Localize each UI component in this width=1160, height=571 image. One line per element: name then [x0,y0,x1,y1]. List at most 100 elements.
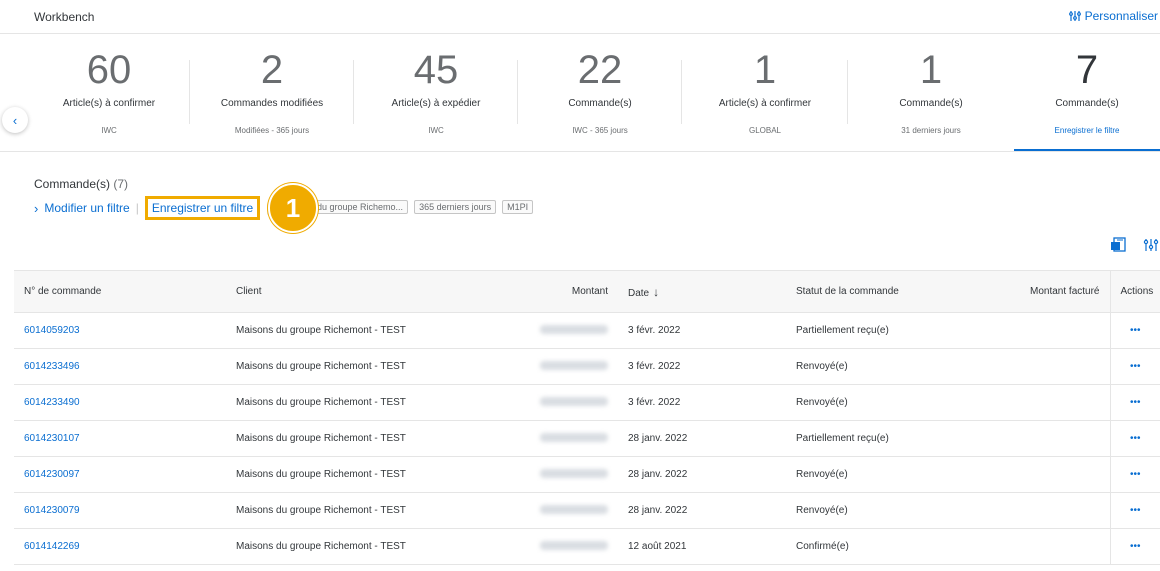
export-excel-icon[interactable] [1110,237,1128,253]
modify-filter-link[interactable]: Modifier un filtre [44,201,129,215]
order-number-link[interactable]: 6014230079 [14,492,226,529]
client-cell: Maisons du groupe Richemont - TEST [226,312,466,349]
status-cell: Renvoyé(e) [786,492,996,529]
tile-count: 1 [919,48,943,92]
table-row: 6014230079 Maisons du groupe Richemont -… [14,492,1160,529]
redacted-amount [540,432,608,442]
date-cell: 28 janv. 2022 [618,456,786,493]
amount-cell [466,528,618,565]
client-cell: Maisons du groupe Richemont - TEST [226,384,466,421]
column-header-invoiced[interactable]: Montant facturé [996,270,1110,313]
tile-count: 1 [753,48,777,92]
row-actions-button[interactable]: ••• [1109,492,1160,529]
tile-orders-iwc[interactable]: 22 Commande(s) IWC - 365 jours [518,34,682,152]
row-actions-button[interactable]: ••• [1109,348,1160,385]
tile-modified-orders[interactable]: 2 Commandes modifiées Modifiées - 365 jo… [190,34,354,152]
filter-separator: | [135,201,139,215]
client-cell: Maisons du groupe Richemont - TEST [226,456,466,493]
tile-count: 45 [413,48,459,92]
date-cell: 28 janv. 2022 [618,492,786,529]
invoiced-cell [996,348,1110,385]
date-cell: 28 janv. 2022 [618,420,786,457]
section-title-text: Commande(s) [34,177,111,191]
amount-cell [466,348,618,385]
section-title: Commande(s) (7) [34,177,128,191]
invoiced-cell [996,456,1110,493]
status-cell: Renvoyé(e) [786,384,996,421]
row-actions-button[interactable]: ••• [1109,456,1160,493]
tile-subtitle: Enregistrer le filtre [1054,126,1120,135]
column-header-status[interactable]: Statut de la commande [786,270,996,313]
filter-chip-code[interactable]: M1PI [502,200,534,214]
redacted-amount [540,504,608,514]
tile-orders-31-days[interactable]: 1 Commande(s) 31 derniers jours [848,34,1014,152]
tile-label: Commandes modifiées [220,98,324,109]
order-number-link[interactable]: 6014059203 [14,312,226,349]
column-header-order-no[interactable]: N° de commande [14,270,226,313]
redacted-amount [540,396,608,406]
personalize-label: Personnaliser [1084,9,1158,23]
tiles-divider [0,151,1160,152]
tile-label: Article(s) à expédier [391,98,481,109]
status-cell: Renvoyé(e) [786,348,996,385]
amount-cell [466,312,618,349]
row-actions-button[interactable]: ••• [1109,420,1160,457]
page-title: Workbench [34,10,95,24]
order-number-link[interactable]: 6014233496 [14,348,226,385]
order-number-link[interactable]: 6014233490 [14,384,226,421]
order-number-link[interactable]: 6014142269 [14,528,226,565]
date-cell: 3 févr. 2022 [618,312,786,349]
personalize-button[interactable]: Personnaliser [1068,9,1158,23]
row-actions-button[interactable]: ••• [1109,384,1160,421]
tile-orders-saved-filter[interactable]: 7 Commande(s) Enregistrer le filtre [1014,34,1160,152]
order-number-link[interactable]: 6014230097 [14,456,226,493]
column-header-actions: Actions [1109,270,1160,313]
invoiced-cell [996,420,1110,457]
table-header-row: N° de commande Client Montant Date ↓ Stat… [14,270,1160,313]
column-header-date[interactable]: Date ↓ [618,270,786,313]
chevron-right-icon[interactable]: › [34,201,38,216]
status-cell: Renvoyé(e) [786,456,996,493]
tile-count: 60 [86,48,132,92]
tile-count: 7 [1075,48,1099,92]
amount-cell [466,456,618,493]
tile-articles-to-ship[interactable]: 45 Article(s) à expédier IWC [354,34,518,152]
summary-tiles: ‹ 60 Article(s) à confirmer IWC 2 Comman… [0,34,1160,152]
filter-bar: › Modifier un filtre | Enregistrer un fi… [34,196,275,220]
tile-count: 22 [577,48,623,92]
section-count: (7) [113,177,129,191]
row-actions-button[interactable]: ••• [1109,312,1160,349]
invoiced-cell [996,312,1110,349]
tile-subtitle: Modifiées - 365 jours [234,126,310,135]
column-header-amount[interactable]: Montant [466,270,618,313]
client-cell: Maisons du groupe Richemont - TEST [226,492,466,529]
date-cell: 3 févr. 2022 [618,348,786,385]
sliders-icon [1068,11,1081,21]
tile-subtitle: IWC [428,126,444,135]
chevron-left-icon: ‹ [12,112,18,128]
tile-subtitle: 31 derniers jours [901,126,961,135]
step-callout-badge: 1 [268,183,318,233]
redacted-amount [540,540,608,550]
save-filter-link[interactable]: Enregistrer un filtre [144,196,261,220]
redacted-amount [540,360,608,370]
invoiced-cell [996,492,1110,529]
table-settings-icon[interactable] [1142,237,1160,253]
filter-chips: du groupe Richemo... 365 derniers jours … [312,200,539,214]
order-number-link[interactable]: 6014230107 [14,420,226,457]
tile-label: Article(s) à confirmer [62,98,156,109]
row-actions-button[interactable]: ••• [1109,528,1160,565]
client-cell: Maisons du groupe Richemont - TEST [226,348,466,385]
amount-cell [466,420,618,457]
column-header-client[interactable]: Client [226,270,466,313]
tile-label: Commande(s) [1055,98,1119,109]
table-row: 6014233496 Maisons du groupe Richemont -… [14,348,1160,385]
filter-chip-period[interactable]: 365 derniers jours [414,200,497,214]
tile-articles-to-confirm-iwc[interactable]: 60 Article(s) à confirmer IWC [28,34,190,152]
tile-articles-to-confirm-global[interactable]: 1 Article(s) à confirmer GLOBAL [682,34,848,152]
scroll-left-button[interactable]: ‹ [2,107,28,133]
filter-chip-client[interactable]: du groupe Richemo... [312,200,409,214]
table-row: 6014059203 Maisons du groupe Richemont -… [14,312,1160,349]
tile-label: Commande(s) [899,98,963,109]
amount-cell [466,384,618,421]
